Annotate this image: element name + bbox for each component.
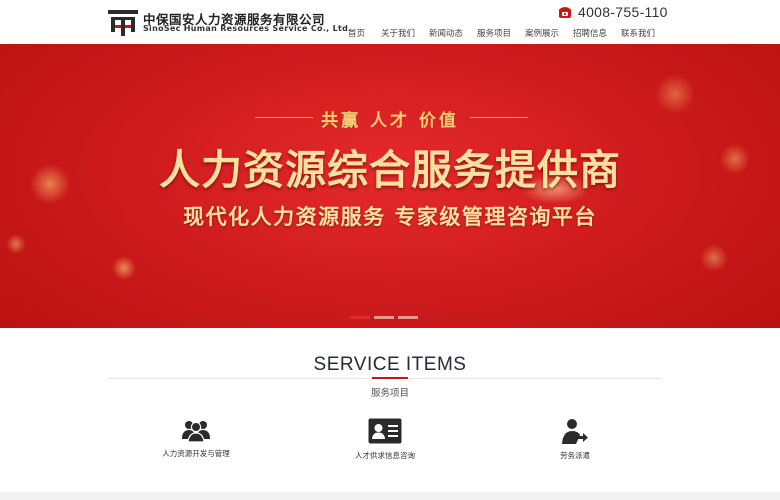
nav-item-jobs[interactable]: 招聘信息 (573, 27, 607, 39)
banner-tagline: 现代化人力资源服务 专家级管理咨询平台 (183, 204, 597, 229)
site-header: 中保国安人力资源服务有限公司 SinoSec Human Resources S… (0, 0, 780, 44)
service-label: 劳务派遣 (560, 451, 590, 460)
nav-item-contact[interactable]: 联系我们 (621, 27, 655, 39)
telephone-icon (558, 7, 572, 18)
company-name-en: SinoSec Human Resources Service Co., Ltd… (143, 24, 352, 33)
nav-item-home[interactable]: 首页 (348, 27, 365, 39)
nav-item-about[interactable]: 关于我们 (381, 27, 415, 39)
nav-item-services[interactable]: 服务项目 (477, 27, 511, 39)
service-item-hr-development[interactable]: 人力资源开发与管理 (136, 418, 256, 459)
bokeh-light (112, 256, 136, 280)
service-item-labor-dispatch[interactable]: 劳务派遣 (515, 418, 635, 461)
section-divider-accent (372, 377, 408, 379)
service-label: 人力资源开发与管理 (162, 449, 230, 458)
carousel-dot-3[interactable] (398, 316, 418, 319)
nav-item-news[interactable]: 新闻动态 (429, 27, 463, 39)
section-title: SERVICE ITEMS (313, 354, 467, 375)
section-subtitle: 服务项目 (370, 388, 409, 399)
hotline: 4008-755-110 (558, 4, 668, 20)
hero-banner[interactable]: 共赢 人才 价值 人力资源综合服务提供商 现代化人力资源服务 专家级管理咨询平台 (0, 44, 780, 328)
carousel-indicators (350, 316, 418, 319)
nav-item-cases[interactable]: 案例展示 (525, 27, 559, 39)
subtitle-divider-right (470, 117, 528, 118)
phone-number: 4008-755-110 (578, 4, 668, 20)
dispatch-person-icon (562, 419, 588, 444)
team-icon (182, 421, 210, 442)
carousel-dot-1[interactable] (350, 316, 370, 319)
company-logo[interactable] (108, 8, 138, 36)
banner-subtitle: 共赢 人才 价值 (321, 111, 459, 131)
next-section-strip (0, 492, 780, 500)
id-card-icon (368, 418, 402, 444)
bokeh-light (700, 244, 728, 272)
bokeh-light (6, 234, 26, 254)
carousel-dot-2[interactable] (374, 316, 394, 319)
service-label: 人才供求信息咨询 (355, 451, 415, 460)
service-item-talent-info[interactable]: 人才供求信息咨询 (325, 418, 445, 461)
banner-title: 人力资源综合服务提供商 (159, 146, 621, 194)
